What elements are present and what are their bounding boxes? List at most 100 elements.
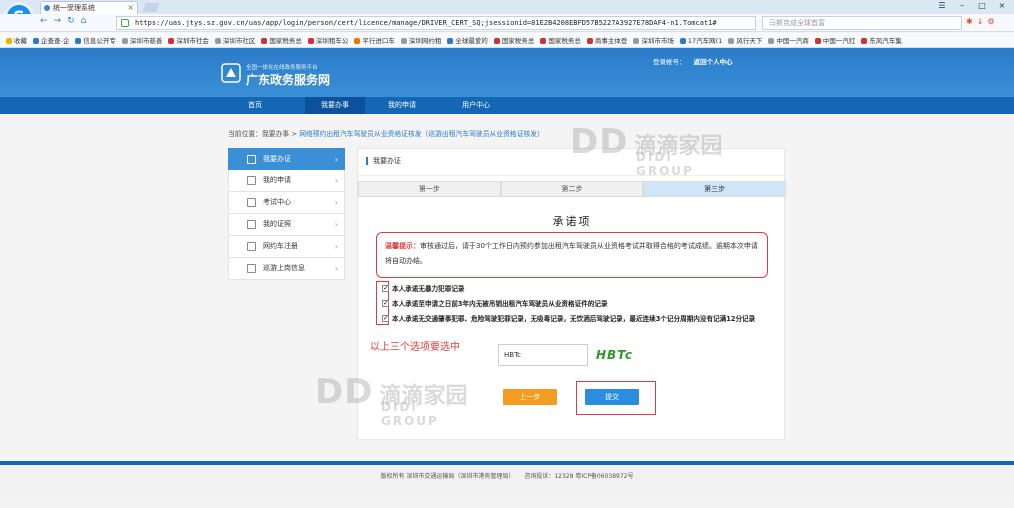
bookmark-icon bbox=[447, 38, 454, 44]
bookmark-icon bbox=[261, 38, 268, 44]
bookmark-icon bbox=[168, 38, 175, 44]
search-input[interactable]: 马斯克成全球首富 bbox=[762, 16, 962, 30]
site-logo-icon bbox=[221, 63, 241, 83]
home-icon[interactable]: ⌂ bbox=[81, 16, 87, 26]
sidebar-item-my-certificates[interactable]: 我的证照 › bbox=[228, 214, 345, 236]
certificate-icon bbox=[247, 220, 256, 229]
breadcrumb-prefix: 当前位置：我要办事 > bbox=[228, 130, 298, 138]
site-title[interactable]: 广东政务服务网 bbox=[246, 71, 330, 88]
sidebar: 我要办证 › 我的申请 › 考试中心 › 我的证照 › 网约车注册 › 巡游上岗… bbox=[228, 148, 345, 280]
prev-step-button[interactable]: 上一步 bbox=[503, 389, 557, 405]
nav-services[interactable]: 我要办事 bbox=[305, 97, 365, 114]
forward-icon[interactable]: → bbox=[54, 16, 62, 26]
bookmark-item[interactable]: 平行进口车 bbox=[354, 35, 395, 45]
footer: 版权所有 深圳市交通运输局（深圳市港务管理局） 咨询投诉：12328 粤ICP备… bbox=[0, 465, 1014, 495]
nav-user-center[interactable]: 用户中心 bbox=[446, 97, 506, 114]
bookmark-icon bbox=[400, 38, 407, 44]
sidebar-item-my-applications[interactable]: 我的申请 › bbox=[228, 170, 345, 192]
download-icon[interactable]: ↓ bbox=[977, 17, 984, 26]
pledge-checkbox[interactable]: ✓ bbox=[382, 300, 389, 307]
sidebar-item-label: 考试中心 bbox=[263, 198, 291, 206]
main-nav: 首页 我要办事 我的申请 用户中心 bbox=[0, 97, 1014, 114]
settings-icon[interactable]: ⚙ bbox=[987, 17, 994, 26]
bookmark-item[interactable]: 信息公开专 bbox=[75, 35, 116, 45]
bookmark-icon bbox=[121, 38, 128, 44]
bookmark-icon bbox=[768, 38, 775, 44]
personal-center-link[interactable]: 返回个人中心 bbox=[694, 58, 733, 66]
sidebar-item-label: 我的证照 bbox=[263, 220, 291, 228]
window-controls: ☰ – □ × bbox=[936, 1, 1008, 10]
submit-button[interactable]: 提交 bbox=[585, 389, 639, 405]
maximize-icon[interactable]: □ bbox=[976, 1, 988, 10]
address-text: https://uas.jtys.sz.gov.cn/uas/app/login… bbox=[135, 19, 717, 27]
info-icon bbox=[247, 264, 256, 273]
bookmark-item[interactable]: 国家税务总 bbox=[261, 35, 302, 45]
bookmark-item[interactable]: 东风汽车集 bbox=[861, 35, 902, 45]
bookmark-item[interactable]: 深圳市慈善 bbox=[121, 35, 162, 45]
pledge-text: 本人承诺无交通肇事犯罪、危险驾驶犯罪记录，无吸毒记录，无饮酒后驾驶记录，最近连续… bbox=[392, 315, 756, 323]
captcha-input[interactable]: HBTc bbox=[498, 344, 588, 366]
pledge-checkbox[interactable]: ✓ bbox=[382, 285, 389, 292]
panel-title: 我要办证 bbox=[366, 157, 401, 165]
address-bar[interactable]: https://uas.jtys.sz.gov.cn/uas/app/login… bbox=[116, 16, 756, 30]
bookmark-item[interactable]: 深圳市市场 bbox=[633, 35, 674, 45]
menu-icon[interactable]: ☰ bbox=[936, 1, 948, 10]
user-area: 登录帐号： 返回个人中心 bbox=[653, 56, 733, 66]
sidebar-item-label: 我要办证 bbox=[263, 155, 291, 163]
footer-copyright: 版权所有 深圳市交通运输局（深圳市港务管理局） bbox=[380, 473, 515, 480]
exam-icon bbox=[247, 198, 256, 207]
tip-box: 温馨提示：审核通过后，请于30个工作日内预约参加出租汽车驾驶员从业资格考试并取得… bbox=[376, 232, 768, 278]
pledge-checkbox[interactable]: ✓ bbox=[382, 315, 389, 322]
tab-title: 统一受理系统 bbox=[53, 4, 95, 12]
bookmark-item[interactable]: 企查查-企 bbox=[33, 35, 69, 45]
nav-home[interactable]: 首页 bbox=[225, 97, 285, 114]
sidebar-item-apply[interactable]: 我要办证 › bbox=[228, 148, 345, 170]
nav-my-applications[interactable]: 我的申请 bbox=[372, 97, 432, 114]
sidebar-item-taxi-duty-info[interactable]: 巡游上岗信息 › bbox=[228, 258, 345, 280]
bookmark-item[interactable]: 风行天下 bbox=[728, 35, 762, 45]
back-icon[interactable]: ← bbox=[40, 16, 48, 26]
bookmark-item[interactable]: 中国一汽红 bbox=[814, 35, 855, 45]
bookmark-icon bbox=[861, 38, 868, 44]
divider bbox=[358, 175, 784, 176]
bookmark-icon bbox=[493, 38, 500, 44]
bookmark-item[interactable]: 深圳网约租 bbox=[400, 35, 441, 45]
bookmark-icon bbox=[814, 38, 821, 44]
bookmark-item[interactable]: 收藏 bbox=[6, 35, 27, 45]
captcha-image[interactable]: HBTc bbox=[596, 346, 644, 364]
bookmark-item[interactable]: 中国一汽商 bbox=[768, 35, 809, 45]
bookmark-item[interactable]: 商事主体登 bbox=[586, 35, 627, 45]
step-1: 第一步 bbox=[358, 181, 501, 197]
pledge-item: ✓ 本人承诺至申请之日前3年内无被吊销出租汽车驾驶员从业资格证件的记录 bbox=[382, 299, 774, 309]
bookmark-item[interactable]: 17汽车网(1 bbox=[679, 35, 722, 45]
chevron-right-icon: › bbox=[334, 176, 338, 185]
bookmark-icon bbox=[307, 38, 314, 44]
edit-icon bbox=[247, 176, 256, 185]
sidebar-item-ridehail-register[interactable]: 网约车注册 › bbox=[228, 236, 345, 258]
breadcrumb-link[interactable]: 网络预约出租汽车驾驶员从业资格证核发（巡游出租汽车驾驶员从业资格证核发） bbox=[299, 130, 544, 138]
star-icon bbox=[6, 38, 12, 44]
new-tab-button[interactable] bbox=[142, 3, 160, 12]
chevron-right-icon: › bbox=[334, 242, 338, 251]
bookmark-item[interactable]: 深圳市社区 bbox=[214, 35, 255, 45]
tab-favicon-icon bbox=[44, 5, 50, 11]
reload-icon[interactable]: ↻ bbox=[67, 16, 75, 26]
extension-icon[interactable]: ✱ bbox=[966, 17, 973, 26]
sidebar-item-exam-center[interactable]: 考试中心 › bbox=[228, 192, 345, 214]
bookmark-icon bbox=[679, 38, 686, 44]
minimize-icon[interactable]: – bbox=[956, 1, 968, 10]
bookmark-item[interactable]: 国家税务总 bbox=[493, 35, 534, 45]
pledge-text: 本人承诺至申请之日前3年内无被吊销出租汽车驾驶员从业资格证件的记录 bbox=[392, 300, 608, 308]
breadcrumb: 当前位置：我要办事 > 网络预约出租汽车驾驶员从业资格证核发（巡游出租汽车驾驶员… bbox=[228, 128, 544, 138]
close-window-icon[interactable]: × bbox=[996, 1, 1008, 10]
application-panel: 我要办证 第一步 第二步 第三步 承诺项 温馨提示：审核通过后，请于30个工作日… bbox=[357, 148, 787, 440]
captcha-value: HBTc bbox=[504, 351, 522, 359]
step-2: 第二步 bbox=[500, 181, 644, 197]
bookmark-item[interactable]: 深圳租车公 bbox=[307, 35, 348, 45]
pledge-checklist: ✓ 本人承诺无暴力犯罪记录 ✓ 本人承诺至申请之日前3年内无被吊销出租汽车驾驶员… bbox=[382, 284, 774, 329]
browser-tab[interactable]: 统一受理系统 × bbox=[40, 1, 138, 14]
bookmark-item[interactable]: 深圳市社会 bbox=[168, 35, 209, 45]
tab-close-icon[interactable]: × bbox=[127, 2, 134, 14]
bookmark-item[interactable]: 国家税务总 bbox=[540, 35, 581, 45]
bookmark-item[interactable]: 全球最爱的 bbox=[447, 35, 488, 45]
